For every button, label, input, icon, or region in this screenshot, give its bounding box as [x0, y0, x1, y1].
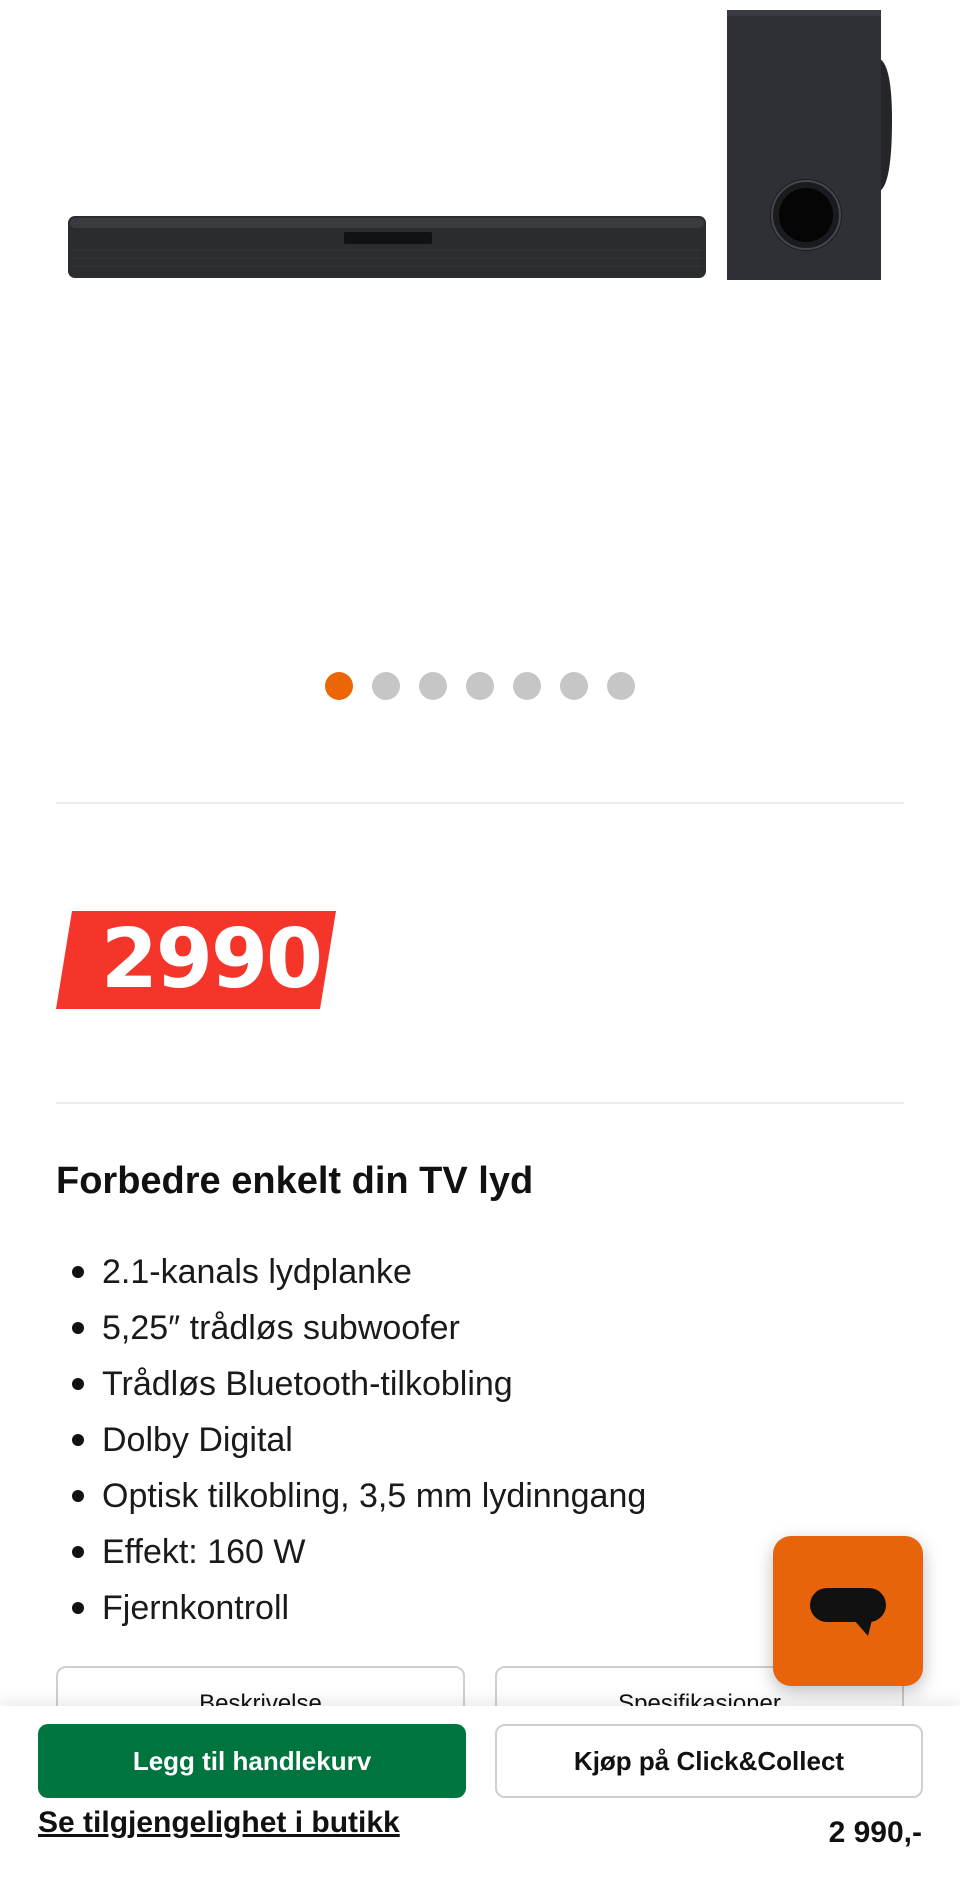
- price-tag-amount: 2990: [100, 912, 323, 1007]
- carousel-dots[interactable]: [0, 672, 960, 700]
- feature-text: Effekt: 160 W: [102, 1533, 306, 1571]
- list-item: Trådløs Bluetooth-tilkobling: [72, 1356, 646, 1412]
- bottom-price: 2 990,-: [828, 1816, 922, 1849]
- carousel-dot[interactable]: [419, 672, 447, 700]
- carousel-dot[interactable]: [372, 672, 400, 700]
- carousel-dot[interactable]: [607, 672, 635, 700]
- feature-text: 2.1-kanals lydplanke: [102, 1253, 412, 1291]
- list-item: Fjernkontroll: [72, 1580, 646, 1636]
- bullet-icon: [72, 1546, 84, 1558]
- bullet-icon: [72, 1322, 84, 1334]
- store-availability-link[interactable]: Se tilgjengelighet i butikk: [38, 1806, 400, 1840]
- feature-text: Optisk tilkobling, 3,5 mm lydinngang: [102, 1477, 647, 1515]
- feature-list: 2.1-kanals lydplanke 5,25″ trådløs subwo…: [72, 1244, 646, 1636]
- feature-text: Trådløs Bluetooth-tilkobling: [102, 1365, 513, 1403]
- divider: [56, 802, 904, 804]
- chat-button[interactable]: [773, 1536, 923, 1686]
- bullet-icon: [72, 1602, 84, 1614]
- list-item: Dolby Digital: [72, 1412, 646, 1468]
- bottom-action-bar: Legg til handlekurv Kjøp på Click&Collec…: [0, 1706, 960, 1881]
- product-headline: Forbedre enkelt din TV lyd: [56, 1160, 534, 1202]
- chat-bubble-icon: [810, 1588, 886, 1636]
- price-tag: 2990: [56, 911, 336, 1009]
- divider: [56, 1102, 904, 1104]
- subwoofer-image: [727, 10, 892, 280]
- bullet-icon: [72, 1490, 84, 1502]
- list-item: 2.1-kanals lydplanke: [72, 1244, 646, 1300]
- carousel-dot[interactable]: [560, 672, 588, 700]
- bullet-icon: [72, 1378, 84, 1390]
- bullet-icon: [72, 1266, 84, 1278]
- list-item: 5,25″ trådløs subwoofer: [72, 1300, 646, 1356]
- carousel-dot[interactable]: [325, 672, 353, 700]
- list-item: Optisk tilkobling, 3,5 mm lydinngang: [72, 1468, 646, 1524]
- add-to-cart-button[interactable]: Legg til handlekurv: [38, 1724, 466, 1798]
- feature-text: Fjernkontroll: [102, 1589, 290, 1627]
- click-and-collect-button[interactable]: Kjøp på Click&Collect: [495, 1724, 923, 1798]
- product-image-gallery[interactable]: [0, 0, 960, 740]
- product-image: [68, 10, 892, 280]
- bullet-icon: [72, 1434, 84, 1446]
- carousel-dot[interactable]: [513, 672, 541, 700]
- carousel-dot[interactable]: [466, 672, 494, 700]
- list-item: Effekt: 160 W: [72, 1524, 646, 1580]
- feature-text: Dolby Digital: [102, 1421, 293, 1459]
- feature-text: 5,25″ trådløs subwoofer: [102, 1309, 460, 1347]
